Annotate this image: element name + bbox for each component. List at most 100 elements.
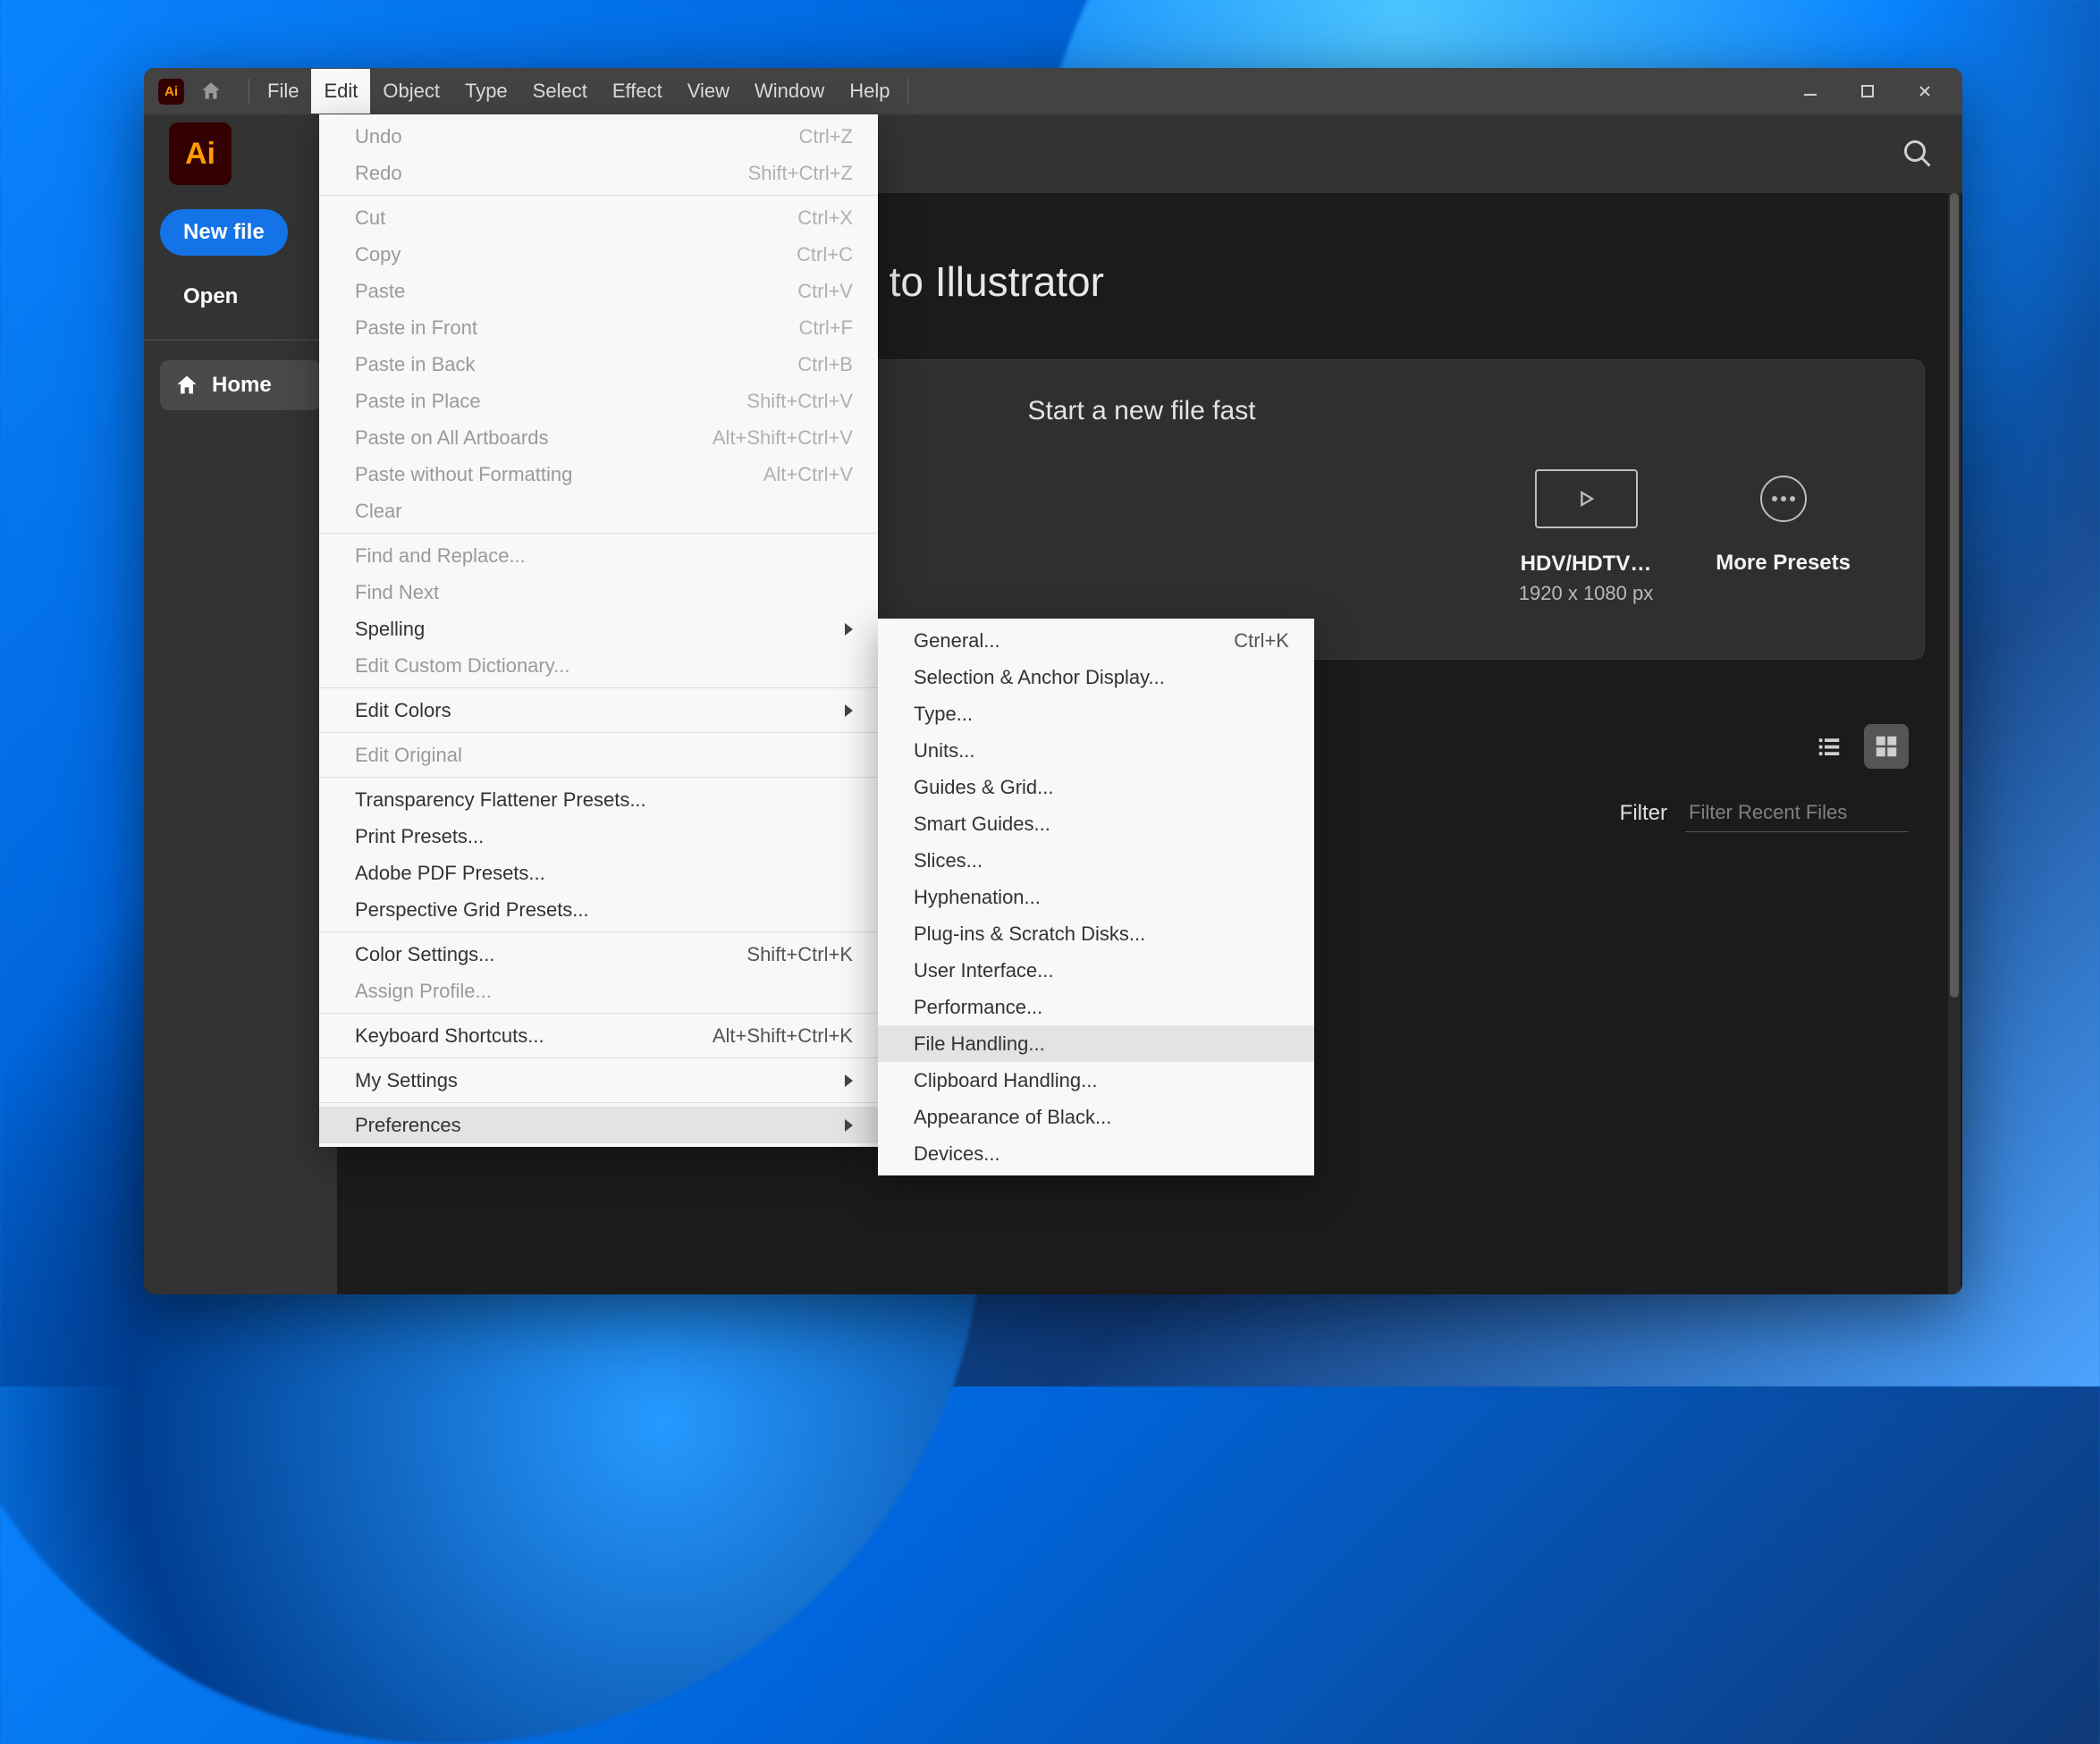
menu-item-copy: CopyCtrl+C: [319, 236, 878, 273]
submenu-item-label: Type...: [914, 703, 1289, 726]
filter-input[interactable]: [1685, 794, 1909, 832]
menu-item-label: Paste in Back: [355, 353, 797, 376]
menu-item-shortcut: Alt+Shift+Ctrl+K: [713, 1024, 853, 1048]
menu-item-label: Color Settings...: [355, 943, 746, 966]
app-badge-icon: Ai: [158, 79, 184, 105]
submenu-item-file-handling[interactable]: File Handling...: [878, 1025, 1314, 1062]
submenu-item-label: Selection & Anchor Display...: [914, 666, 1289, 689]
open-button[interactable]: Open: [160, 274, 261, 320]
menu-item-spelling[interactable]: Spelling: [319, 611, 878, 647]
menu-item-shortcut: Ctrl+B: [797, 353, 853, 376]
menu-item-label: Paste without Formatting: [355, 463, 763, 486]
menu-item-label: Redo: [355, 162, 748, 185]
menu-item-label: Transparency Flattener Presets...: [355, 788, 853, 812]
submenu-item-user-interface[interactable]: User Interface...: [878, 952, 1314, 989]
menu-file[interactable]: File: [255, 69, 311, 114]
menu-item-label: Print Presets...: [355, 825, 853, 848]
sidebar: New file Open Home: [144, 193, 337, 1294]
submenu-item-clipboard-handling[interactable]: Clipboard Handling...: [878, 1062, 1314, 1099]
menu-item-paste-in-front: Paste in FrontCtrl+F: [319, 309, 878, 346]
menu-effect[interactable]: Effect: [600, 69, 675, 114]
menu-item-print-presets[interactable]: Print Presets...: [319, 818, 878, 855]
menu-divider: [319, 533, 878, 534]
scroll-thumb[interactable]: [1950, 193, 1959, 998]
submenu-item-slices[interactable]: Slices...: [878, 842, 1314, 879]
menu-item-adobe-pdf-presets[interactable]: Adobe PDF Presets...: [319, 855, 878, 891]
home-icon[interactable]: [197, 77, 225, 105]
menu-item-transparency-flattener-presets[interactable]: Transparency Flattener Presets...: [319, 781, 878, 818]
preset-sub: 1920 x 1080 px: [1519, 582, 1653, 605]
minimize-button[interactable]: [1794, 75, 1826, 107]
grid-view-button[interactable]: [1864, 724, 1909, 769]
menu-view[interactable]: View: [675, 69, 742, 114]
new-file-button[interactable]: New file: [160, 209, 288, 256]
menu-item-label: Clear: [355, 500, 853, 523]
menu-item-assign-profile: Assign Profile...: [319, 973, 878, 1009]
submenu-item-plug-ins-scratch-disks[interactable]: Plug-ins & Scratch Disks...: [878, 915, 1314, 952]
menu-item-shortcut: Ctrl+V: [797, 280, 853, 303]
menu-item-label: Paste in Place: [355, 390, 746, 413]
menu-window[interactable]: Window: [742, 69, 837, 114]
home-icon: [174, 373, 199, 398]
menu-item-cut: CutCtrl+X: [319, 199, 878, 236]
app-badge-text: Ai: [164, 84, 178, 99]
edit-menu-dropdown: UndoCtrl+ZRedoShift+Ctrl+ZCutCtrl+XCopyC…: [319, 114, 878, 1147]
menu-item-color-settings[interactable]: Color Settings...Shift+Ctrl+K: [319, 936, 878, 973]
menu-item-edit-original: Edit Original: [319, 737, 878, 773]
menu-item-preferences[interactable]: Preferences: [319, 1107, 878, 1143]
menu-item-edit-colors[interactable]: Edit Colors: [319, 692, 878, 729]
submenu-item-label: User Interface...: [914, 959, 1289, 982]
submenu-item-guides-grid[interactable]: Guides & Grid...: [878, 769, 1314, 805]
close-button[interactable]: [1909, 75, 1941, 107]
filter-label: Filter: [1620, 801, 1667, 826]
submenu-item-devices[interactable]: Devices...: [878, 1135, 1314, 1172]
submenu-item-label: File Handling...: [914, 1032, 1289, 1056]
search-icon[interactable]: [1898, 134, 1937, 173]
sidebar-divider: [144, 340, 337, 341]
submenu-item-appearance-of-black[interactable]: Appearance of Black...: [878, 1099, 1314, 1135]
menu-select[interactable]: Select: [520, 69, 600, 114]
submenu-item-units[interactable]: Units...: [878, 732, 1314, 769]
menu-separator: [907, 79, 908, 104]
submenu-item-general[interactable]: General...Ctrl+K: [878, 622, 1314, 659]
submenu-item-smart-guides[interactable]: Smart Guides...: [878, 805, 1314, 842]
menu-item-shortcut: Alt+Ctrl+V: [763, 463, 853, 486]
submenu-item-type[interactable]: Type...: [878, 695, 1314, 732]
menu-item-perspective-grid-presets[interactable]: Perspective Grid Presets...: [319, 891, 878, 928]
submenu-item-hyphenation[interactable]: Hyphenation...: [878, 879, 1314, 915]
menu-divider: [319, 777, 878, 778]
menu-item-label: My Settings: [355, 1069, 836, 1092]
menu-help[interactable]: Help: [837, 69, 902, 114]
submenu-item-performance[interactable]: Performance...: [878, 989, 1314, 1025]
submenu-item-shortcut: Ctrl+K: [1234, 629, 1289, 653]
menu-item-redo: RedoShift+Ctrl+Z: [319, 155, 878, 191]
submenu-item-label: Slices...: [914, 849, 1289, 872]
menu-item-shortcut: Ctrl+F: [799, 316, 854, 340]
menu-item-keyboard-shortcuts[interactable]: Keyboard Shortcuts...Alt+Shift+Ctrl+K: [319, 1017, 878, 1054]
submenu-item-label: Units...: [914, 739, 1289, 762]
preset-hdv[interactable]: HDV/HDTV… 1920 x 1080 px: [1519, 469, 1653, 605]
menu-item-paste-without-formatting: Paste without FormattingAlt+Ctrl+V: [319, 456, 878, 493]
menu-item-label: Keyboard Shortcuts...: [355, 1024, 713, 1048]
menu-item-shortcut: Ctrl+Z: [799, 125, 854, 148]
submenu-item-label: Hyphenation...: [914, 886, 1289, 909]
menu-item-my-settings[interactable]: My Settings: [319, 1062, 878, 1099]
menu-object[interactable]: Object: [370, 69, 452, 114]
brand-logo-text: Ai: [185, 137, 215, 172]
preferences-submenu: General...Ctrl+K Selection & Anchor Displ…: [878, 619, 1314, 1175]
scrollbar[interactable]: [1948, 193, 1961, 1294]
submenu-item-label: Smart Guides...: [914, 813, 1289, 836]
submenu-item-label: General...: [914, 629, 1234, 653]
preset-more[interactable]: More Presets: [1716, 469, 1851, 605]
menu-edit[interactable]: Edit: [311, 69, 370, 114]
menu-type[interactable]: Type: [452, 69, 520, 114]
submenu-item-label: Devices...: [914, 1142, 1289, 1166]
preset-label: HDV/HDTV…: [1521, 552, 1652, 577]
menu-item-label: Assign Profile...: [355, 980, 853, 1003]
submenu-item-selection-anchor-display[interactable]: Selection & Anchor Display...: [878, 659, 1314, 695]
play-icon: [1535, 469, 1638, 528]
sidebar-item-home[interactable]: Home: [160, 360, 321, 410]
menu-item-shortcut: Ctrl+X: [797, 206, 853, 230]
maximize-button[interactable]: [1851, 75, 1884, 107]
list-view-button[interactable]: [1807, 724, 1851, 769]
